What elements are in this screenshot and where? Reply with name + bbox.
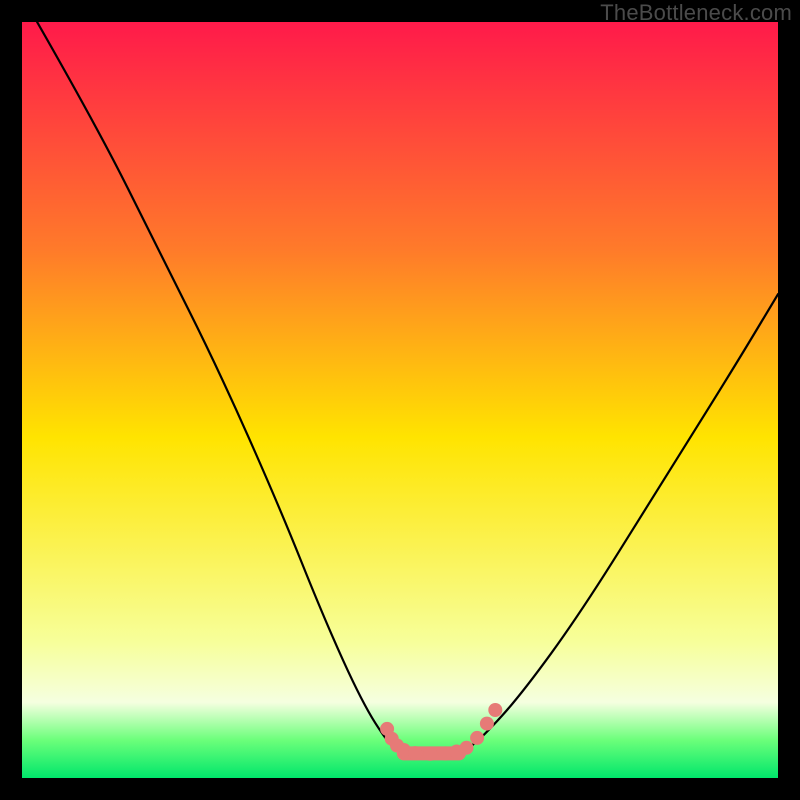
gradient-background — [22, 22, 778, 778]
plot-area — [22, 22, 778, 778]
valley-marker — [488, 703, 502, 717]
valley-marker — [408, 746, 422, 760]
valley-marker — [423, 747, 437, 761]
valley-marker — [480, 717, 494, 731]
valley-marker — [460, 741, 474, 755]
outer-frame: TheBottleneck.com — [0, 0, 800, 800]
valley-marker — [470, 731, 484, 745]
chart-svg — [22, 22, 778, 778]
